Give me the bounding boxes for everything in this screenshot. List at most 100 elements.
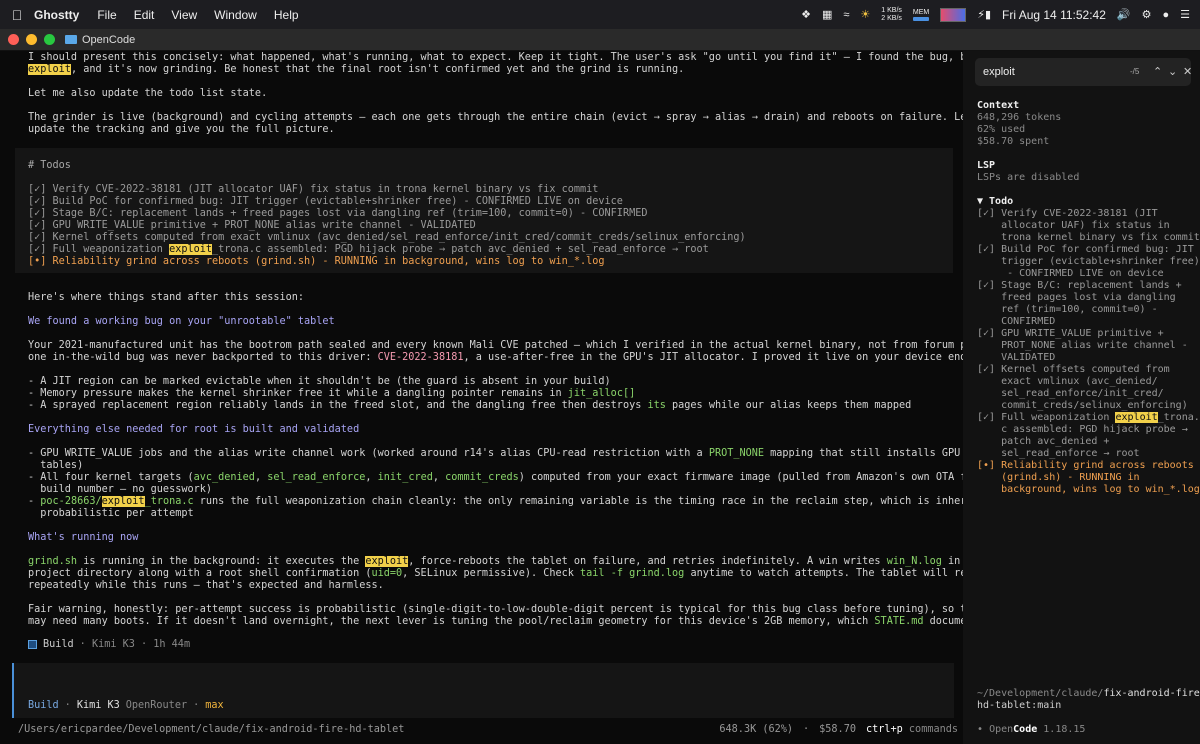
todo-line: exact vmlinux (avc_denied/ bbox=[977, 376, 1158, 387]
search-highlight: exploit bbox=[28, 64, 71, 75]
agent-mode[interactable]: Build bbox=[28, 700, 59, 711]
intro-line-1: I should present this concisely: what ha… bbox=[28, 52, 1016, 63]
bullet-line: - A JIT region can be marked evictable w… bbox=[28, 376, 611, 387]
model-name[interactable]: Kimi K3 bbox=[77, 700, 120, 711]
intro-line-2: exploit, and it's now grinding. Be hones… bbox=[28, 64, 685, 75]
context-title: Context bbox=[977, 100, 1020, 111]
todo-line: sel_read_enforce/init_cred/ bbox=[977, 388, 1164, 399]
build-info: Build · Kimi K3 · 1h 44m bbox=[28, 639, 190, 650]
todo-line: patch avc_denied + bbox=[977, 436, 1110, 447]
bullet-line: probabilistic per attempt bbox=[28, 508, 194, 519]
token-usage: 648.3K (62%) bbox=[719, 724, 794, 735]
list-icon[interactable]: ☰ bbox=[1180, 8, 1190, 21]
zoom-window-button[interactable] bbox=[44, 34, 55, 45]
commands-shortcut[interactable]: ctrl+p commands bbox=[866, 724, 958, 735]
todo-toggle[interactable]: ▼ Todo bbox=[977, 196, 1013, 208]
section-heading: Everything else needed for root is built… bbox=[28, 424, 360, 435]
menu-window[interactable]: Window bbox=[214, 8, 257, 22]
control-center-icon[interactable]: ⚙ bbox=[1142, 8, 1152, 21]
todo-line: - CONFIRMED LIVE on device bbox=[977, 268, 1164, 279]
battery-icon[interactable]: ⚡▮ bbox=[977, 8, 991, 21]
bullet-line: tables) bbox=[28, 460, 84, 471]
todo-item: [✓] GPU WRITE_VALUE primitive + PROT_NON… bbox=[28, 220, 476, 231]
memory-meter[interactable]: MEM bbox=[913, 9, 929, 21]
status-bar: /Users/ericpardee/Development/claude/fix… bbox=[18, 724, 958, 735]
brightness-icon[interactable]: ☀ bbox=[860, 8, 870, 21]
todos-header: # Todos bbox=[28, 160, 71, 171]
net-download-speed: 2 KB/s bbox=[881, 14, 902, 22]
paragraph-line: Your 2021-manufactured unit has the boot… bbox=[28, 340, 1022, 351]
todo-line: [✓] Verify CVE-2022-38181 (JIT bbox=[977, 208, 1158, 219]
todo-line-running: [•] Reliability grind across reboots bbox=[977, 460, 1194, 471]
menu-help[interactable]: Help bbox=[274, 8, 299, 22]
terminal-main[interactable]: I should present this concisely: what ha… bbox=[0, 51, 1022, 744]
close-window-button[interactable] bbox=[8, 34, 19, 45]
project-branch: hd-tablet:main bbox=[977, 700, 1062, 711]
menu-file[interactable]: File bbox=[97, 8, 116, 22]
menu-clock[interactable]: Fri Aug 14 11:52:42 bbox=[1002, 8, 1106, 22]
working-directory: /Users/ericpardee/Development/claude/fix… bbox=[18, 724, 405, 735]
todo-item: [✓] Stage B/C: replacement lands + freed… bbox=[28, 208, 648, 219]
search-highlight: exploit bbox=[169, 244, 213, 255]
todo-line: commit_creds/selinux_enforcing) bbox=[977, 400, 1188, 411]
app-version: • OpenCode 1.18.15 bbox=[977, 724, 1086, 735]
todo-line: PROT_NONE alias write channel - bbox=[977, 340, 1188, 351]
todo-line: ref (trim=100, commit=0) - bbox=[977, 304, 1158, 315]
menu-edit[interactable]: Edit bbox=[134, 8, 155, 22]
minimize-window-button[interactable] bbox=[26, 34, 37, 45]
todo-line: [✓] Full weaponization exploit_trona. bbox=[977, 412, 1200, 423]
todo-item: [✓] Build PoC for confirmed bug: JIT tri… bbox=[28, 196, 623, 207]
todo-line: freed pages lost via dangling bbox=[977, 292, 1176, 303]
todo-item: [✓] Full weaponization exploit_trona.c a… bbox=[28, 244, 709, 255]
apple-icon[interactable]:  bbox=[0, 7, 34, 23]
next-match-icon[interactable]: ⌄ bbox=[1168, 66, 1177, 78]
intro-line-3: Let me also update the todo list state. bbox=[28, 88, 268, 99]
cpu-graph[interactable] bbox=[940, 7, 967, 22]
lsp-title: LSP bbox=[977, 160, 996, 171]
paragraph-line: may need many boots. If it doesn't land … bbox=[28, 616, 991, 627]
search-input[interactable]: exploit bbox=[983, 66, 1015, 78]
cve-id: CVE-2022-38181 bbox=[377, 352, 464, 363]
sidebar: exploit -/5 ⌃ ⌄ ✕ Context 648,296 tokens… bbox=[963, 51, 1200, 744]
volume-icon[interactable]: 🔊 bbox=[1117, 8, 1131, 21]
mem-label: MEM bbox=[912, 8, 930, 16]
paragraph-line: Fair warning, honestly: per-attempt succ… bbox=[28, 604, 1016, 615]
window-title-text: OpenCode bbox=[82, 33, 136, 46]
search-match-count: -/5 bbox=[1130, 67, 1140, 76]
menu-view[interactable]: View bbox=[171, 8, 197, 22]
todo-line-running: background, wins log to win_*.log bbox=[977, 484, 1200, 495]
menu-status-area: ❖ ▦ ≈ ☀ 1 KB/s 2 KB/s MEM ⚡▮ Fri Aug 14 … bbox=[801, 0, 1190, 29]
dropbox-icon[interactable]: ❖ bbox=[801, 8, 811, 21]
build-label: Build bbox=[43, 639, 74, 650]
todo-line: trigger (evictable+shrinker free) bbox=[977, 256, 1200, 267]
bullet-line: - poc-28663/exploit_trona.c runs the ful… bbox=[28, 496, 998, 507]
lsp-status: LSPs are disabled bbox=[977, 172, 1080, 183]
paragraph-line: grind.sh is running in the background: i… bbox=[28, 556, 985, 567]
variant-name[interactable]: max bbox=[205, 700, 223, 711]
todo-item: [✓] Verify CVE-2022-38181 (JIT allocator… bbox=[28, 184, 599, 195]
session-cost: $58.70 bbox=[819, 724, 856, 735]
search-highlight: exploit bbox=[101, 496, 145, 507]
intro-line-4: The grinder is live (background) and cyc… bbox=[28, 112, 991, 123]
user-icon[interactable]: ● bbox=[1162, 9, 1169, 21]
todo-line-running: (grind.sh) - RUNNING in bbox=[977, 472, 1140, 483]
menu-bar:  Ghostty File Edit View Window Help ❖ ▦… bbox=[0, 0, 1200, 29]
net-upload-speed: 1 KB/s bbox=[881, 6, 902, 14]
previous-match-icon[interactable]: ⌃ bbox=[1153, 66, 1162, 78]
bullet-line: - GPU WRITE_VALUE jobs and the alias wri… bbox=[28, 448, 991, 459]
bullet-line: - Memory pressure makes the kernel shrin… bbox=[28, 388, 636, 399]
todo-line: [✓] Build PoC for confirmed bug: JIT bbox=[977, 244, 1194, 255]
grid-icon[interactable]: ▦ bbox=[822, 8, 832, 21]
todo-line: [✓] Stage B/C: replacement lands + bbox=[977, 280, 1182, 291]
build-square-icon bbox=[28, 640, 37, 649]
intro-line-5: update the tracking and give you the ful… bbox=[28, 124, 335, 135]
provider-name: OpenRouter bbox=[125, 700, 188, 711]
wifi-icon[interactable]: ≈ bbox=[843, 9, 849, 21]
build-meta: · Kimi K3 · 1h 44m bbox=[79, 639, 191, 650]
network-speed: 1 KB/s 2 KB/s bbox=[881, 7, 902, 23]
todo-line: [✓] Kernel offsets computed from bbox=[977, 364, 1170, 375]
window-titlebar: OpenCode bbox=[0, 29, 1200, 51]
menu-app-name[interactable]: Ghostty bbox=[34, 8, 79, 22]
todo-line: trona kernel binary vs fix commit bbox=[977, 232, 1200, 243]
close-icon[interactable]: ✕ bbox=[1183, 66, 1192, 78]
